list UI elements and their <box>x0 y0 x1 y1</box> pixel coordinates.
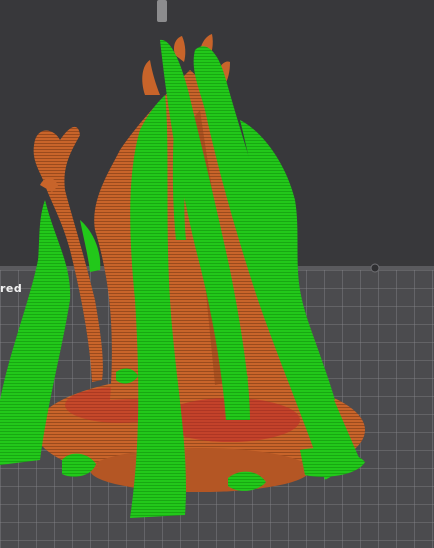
slicer-3d-viewport[interactable]: red <box>0 0 434 548</box>
bed-label: red <box>0 282 23 295</box>
preview-scene[interactable] <box>0 0 434 548</box>
nozzle-icon <box>157 0 167 22</box>
base-lower-rim <box>90 448 310 492</box>
bed-clip-icon <box>370 263 380 273</box>
horn-left <box>142 60 160 95</box>
